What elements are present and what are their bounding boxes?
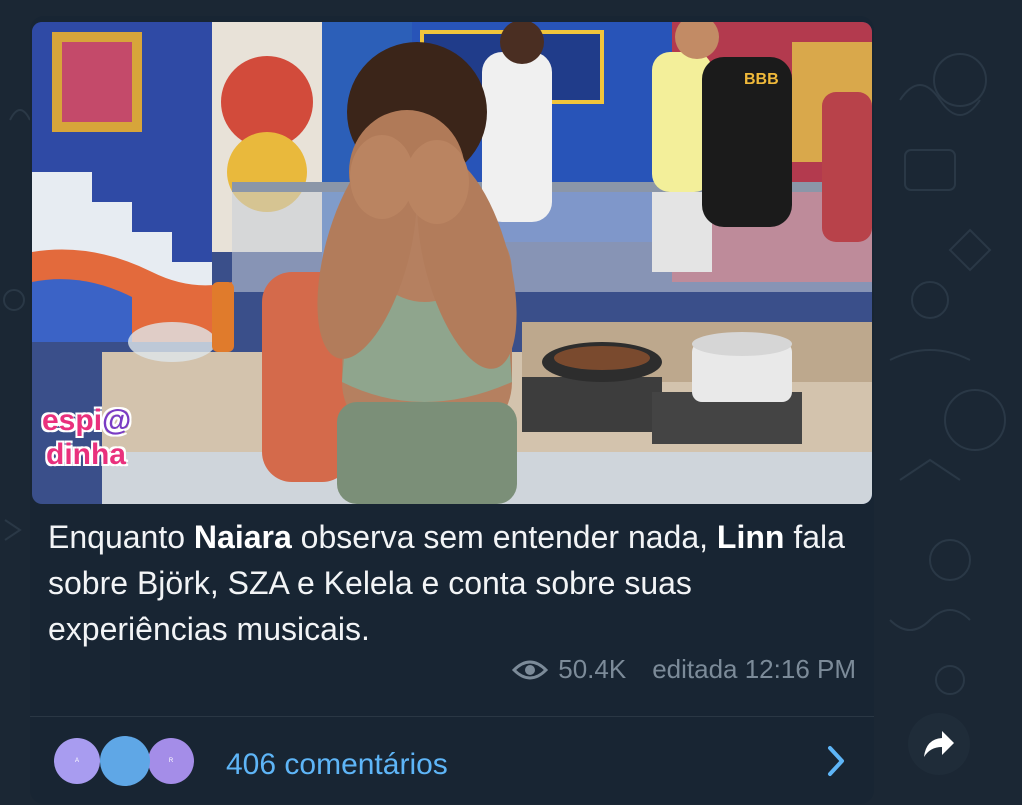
- post-photo[interactable]: BBB espi@ dinha: [32, 22, 872, 504]
- post-meta: 50.4K editada 12:16 PM: [512, 654, 856, 685]
- avatar-initial: R: [168, 758, 174, 764]
- post-caption: Enquanto Naiara observa sem entender nad…: [48, 514, 858, 652]
- comments-button[interactable]: A R 406 comentários: [30, 718, 874, 804]
- caption-name-naiara: Naiara: [193, 519, 292, 555]
- caption-name-linn: Linn: [716, 519, 785, 555]
- eye-icon: [512, 660, 549, 679]
- logo-text-line1: espi: [42, 404, 103, 437]
- channel-post-card: BBB espi@ dinha Enquanto Naiara observa …: [30, 16, 874, 804]
- logo-text-line2: dinha: [46, 438, 126, 471]
- avatar: R: [148, 738, 194, 784]
- share-button[interactable]: [908, 713, 970, 775]
- avatar: [100, 736, 150, 786]
- avatar-initial: A: [74, 758, 79, 764]
- chevron-right-icon[interactable]: [826, 744, 846, 778]
- divider: [30, 716, 874, 717]
- view-count: 50.4K: [558, 654, 627, 684]
- edited-timestamp: editada 12:16 PM: [652, 654, 856, 684]
- avatar: A: [54, 738, 100, 784]
- share-arrow-icon: [924, 731, 954, 757]
- comments-count-label[interactable]: 406 comentários: [226, 748, 448, 782]
- caption-text: observa sem entender nada,: [291, 519, 717, 555]
- logo-at-symbol: @: [102, 404, 132, 437]
- espiadinha-logo: espi@ dinha: [42, 404, 202, 484]
- caption-text: Enquanto: [48, 519, 194, 555]
- tshirt-text: BBB: [744, 71, 779, 88]
